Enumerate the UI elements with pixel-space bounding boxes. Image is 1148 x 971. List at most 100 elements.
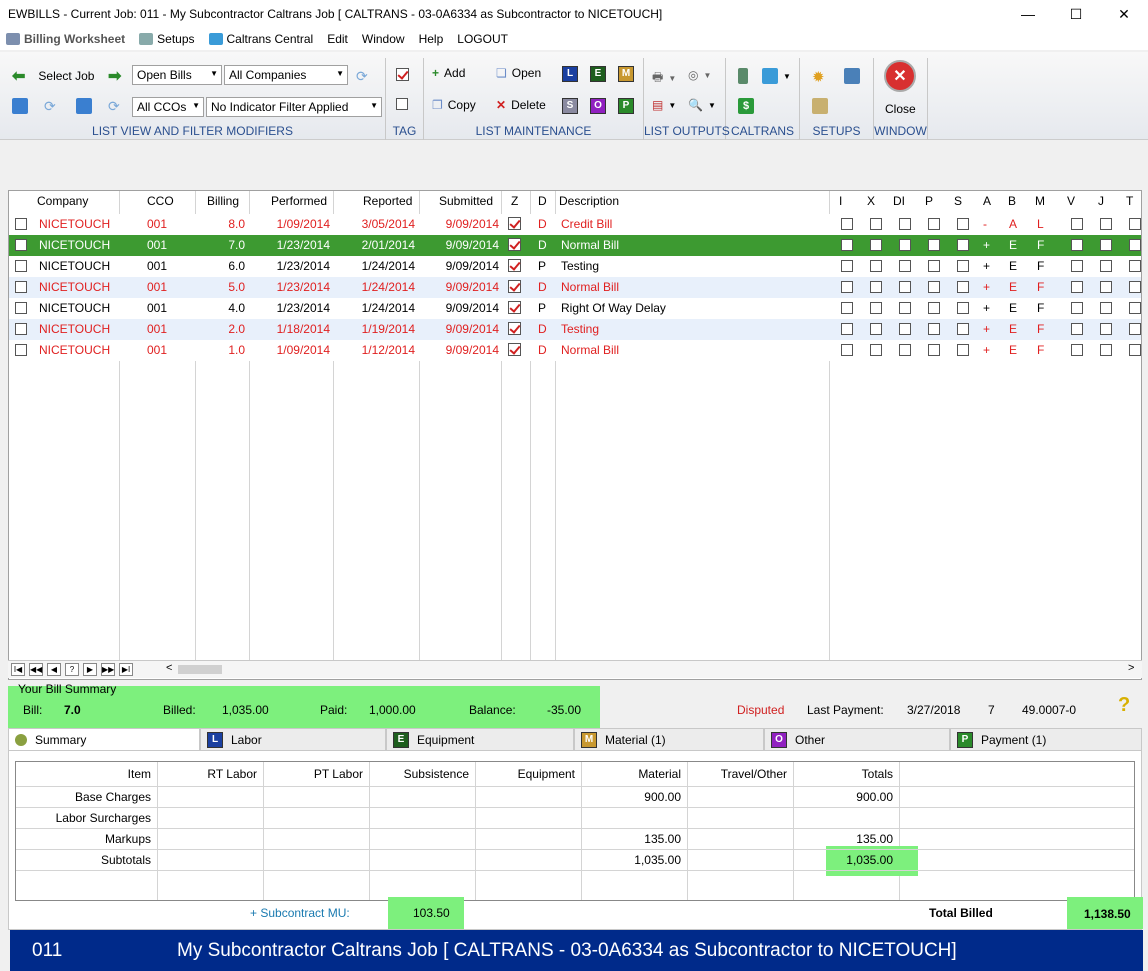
indicator-checkbox[interactable] <box>957 323 969 335</box>
menu-billing-worksheet[interactable]: Billing Worksheet <box>6 32 125 46</box>
indicator-checkbox[interactable] <box>957 218 969 230</box>
indicator-checkbox[interactable] <box>1100 302 1112 314</box>
indicator-checkbox[interactable] <box>1129 239 1141 251</box>
row-select-checkbox[interactable] <box>15 302 27 314</box>
material-button[interactable]: M <box>618 66 634 82</box>
z-check-icon[interactable] <box>508 322 521 335</box>
indicator-checkbox[interactable] <box>957 239 969 251</box>
subsistence-button[interactable]: S <box>562 98 578 114</box>
help-icon[interactable]: ? <box>1118 694 1130 717</box>
indicator-checkbox[interactable] <box>1100 260 1112 272</box>
export-button[interactable]: ◎ ▼ <box>688 68 711 82</box>
table-row[interactable]: NICETOUCH 001 5.0 1/23/2014 1/24/2014 9/09/20… <box>9 277 1141 298</box>
row-select-checkbox[interactable] <box>15 218 27 230</box>
caltrans-central-button[interactable]: ▼ <box>762 68 791 84</box>
copy-button[interactable]: ❐ Copy <box>432 98 476 112</box>
menu-setups[interactable]: Setups <box>139 32 195 46</box>
indicator-checkbox[interactable] <box>957 344 969 356</box>
indicator-checkbox[interactable] <box>899 344 911 356</box>
tag-empty-button[interactable] <box>396 98 408 110</box>
row-select-checkbox[interactable] <box>15 344 27 356</box>
scroll-right-icon[interactable]: > <box>1128 662 1134 674</box>
nav-help-button[interactable]: ? <box>65 663 79 676</box>
nav-prev-page-button[interactable]: ◀◀ <box>29 663 43 676</box>
close-window-button[interactable]: ✕ <box>1100 0 1148 28</box>
minimize-button[interactable]: — <box>1004 0 1052 28</box>
horizontal-scrollbar-thumb[interactable] <box>178 665 222 674</box>
col-performed[interactable]: Performed <box>271 191 341 212</box>
col-t[interactable]: T <box>1126 191 1140 212</box>
indicator-checkbox[interactable] <box>1071 218 1083 230</box>
col-billing[interactable]: Billing <box>207 191 247 212</box>
indicator-checkbox[interactable] <box>957 302 969 314</box>
indicator-checkbox[interactable] <box>1129 344 1141 356</box>
indicator-checkbox[interactable] <box>1071 281 1083 293</box>
col-v[interactable]: V <box>1067 191 1081 212</box>
clipboard-button[interactable] <box>812 98 828 114</box>
menu-caltrans-central[interactable]: Caltrans Central <box>208 32 313 46</box>
indicator-checkbox[interactable] <box>870 281 882 293</box>
payment-button[interactable]: P <box>618 98 634 114</box>
indicator-checkbox[interactable] <box>928 281 940 293</box>
indicator-filter-select[interactable]: No Indicator Filter Applied ▼ <box>206 97 382 117</box>
col-i[interactable]: I <box>839 191 853 212</box>
indicator-checkbox[interactable] <box>841 260 853 272</box>
menu-logout[interactable]: LOGOUT <box>457 32 508 46</box>
other-button[interactable]: O <box>590 98 606 114</box>
tab-payment[interactable]: P Payment (1) <box>950 728 1142 750</box>
indicator-checkbox[interactable] <box>870 218 882 230</box>
close-icon[interactable]: ✕ <box>884 60 916 92</box>
books-button[interactable] <box>844 68 860 84</box>
select-job-button[interactable]: ⬅ Select Job <box>12 66 94 86</box>
indicator-checkbox[interactable] <box>1129 281 1141 293</box>
equipment-button[interactable]: E <box>590 66 606 82</box>
maximize-button[interactable]: ☐ <box>1052 0 1100 28</box>
indicator-checkbox[interactable] <box>841 344 853 356</box>
indicator-checkbox[interactable] <box>928 344 940 356</box>
indicator-checkbox[interactable] <box>1071 302 1083 314</box>
indicator-checkbox[interactable] <box>1100 323 1112 335</box>
indicator-checkbox[interactable] <box>928 302 940 314</box>
tab-material[interactable]: M Material (1) <box>574 728 764 750</box>
z-check-icon[interactable] <box>508 343 521 356</box>
col-p[interactable]: P <box>925 191 939 212</box>
indicator-checkbox[interactable] <box>841 239 853 251</box>
delete-button[interactable]: ✕ Delete <box>496 98 546 112</box>
col-z[interactable]: Z <box>511 191 525 212</box>
chart-button[interactable]: ▤ ▼ <box>652 98 676 112</box>
add-button[interactable]: + Add <box>432 66 465 80</box>
indicator-checkbox[interactable] <box>1071 239 1083 251</box>
view-button-2[interactable] <box>76 98 92 114</box>
table-row[interactable]: NICETOUCH 001 2.0 1/18/2014 1/19/2014 9/09/20… <box>9 319 1141 340</box>
menu-edit[interactable]: Edit <box>327 32 348 46</box>
col-company[interactable]: Company <box>37 191 117 212</box>
scroll-left-icon[interactable]: < <box>166 662 172 674</box>
table-row[interactable]: NICETOUCH 001 8.0 1/09/2014 3/05/2014 9/09/20… <box>9 214 1141 235</box>
close-button[interactable]: Close <box>885 102 916 116</box>
col-di[interactable]: DI <box>893 191 913 212</box>
z-check-icon[interactable] <box>508 217 521 230</box>
tab-equipment[interactable]: E Equipment <box>386 728 574 750</box>
view-button-1[interactable] <box>12 98 28 114</box>
z-check-icon[interactable] <box>508 259 521 272</box>
row-select-checkbox[interactable] <box>15 239 27 251</box>
open-button[interactable]: ❏ Open <box>496 66 541 80</box>
col-x[interactable]: X <box>867 191 881 212</box>
indicator-checkbox[interactable] <box>870 260 882 272</box>
col-d[interactable]: D <box>538 191 552 212</box>
indicator-checkbox[interactable] <box>1071 260 1083 272</box>
nav-first-button[interactable]: I◀ <box>11 663 25 676</box>
indicator-checkbox[interactable] <box>841 281 853 293</box>
indicator-checkbox[interactable] <box>1129 302 1141 314</box>
settings-button[interactable]: ✹ <box>812 68 825 86</box>
table-row[interactable]: NICETOUCH 001 6.0 1/23/2014 1/24/2014 9/09/20… <box>9 256 1141 277</box>
indicator-checkbox[interactable] <box>1129 218 1141 230</box>
labor-button[interactable]: L <box>562 66 578 82</box>
nav-next-button[interactable]: ▶ <box>83 663 97 676</box>
indicator-checkbox[interactable] <box>1129 260 1141 272</box>
all-companies-select[interactable]: All Companies ▼ <box>224 65 348 85</box>
indicator-checkbox[interactable] <box>870 302 882 314</box>
nav-last-button[interactable]: ▶I <box>119 663 133 676</box>
table-row[interactable]: NICETOUCH 001 1.0 1/09/2014 1/12/2014 9/09/20… <box>9 340 1141 361</box>
sync-icon[interactable]: ⟳ <box>44 98 56 115</box>
